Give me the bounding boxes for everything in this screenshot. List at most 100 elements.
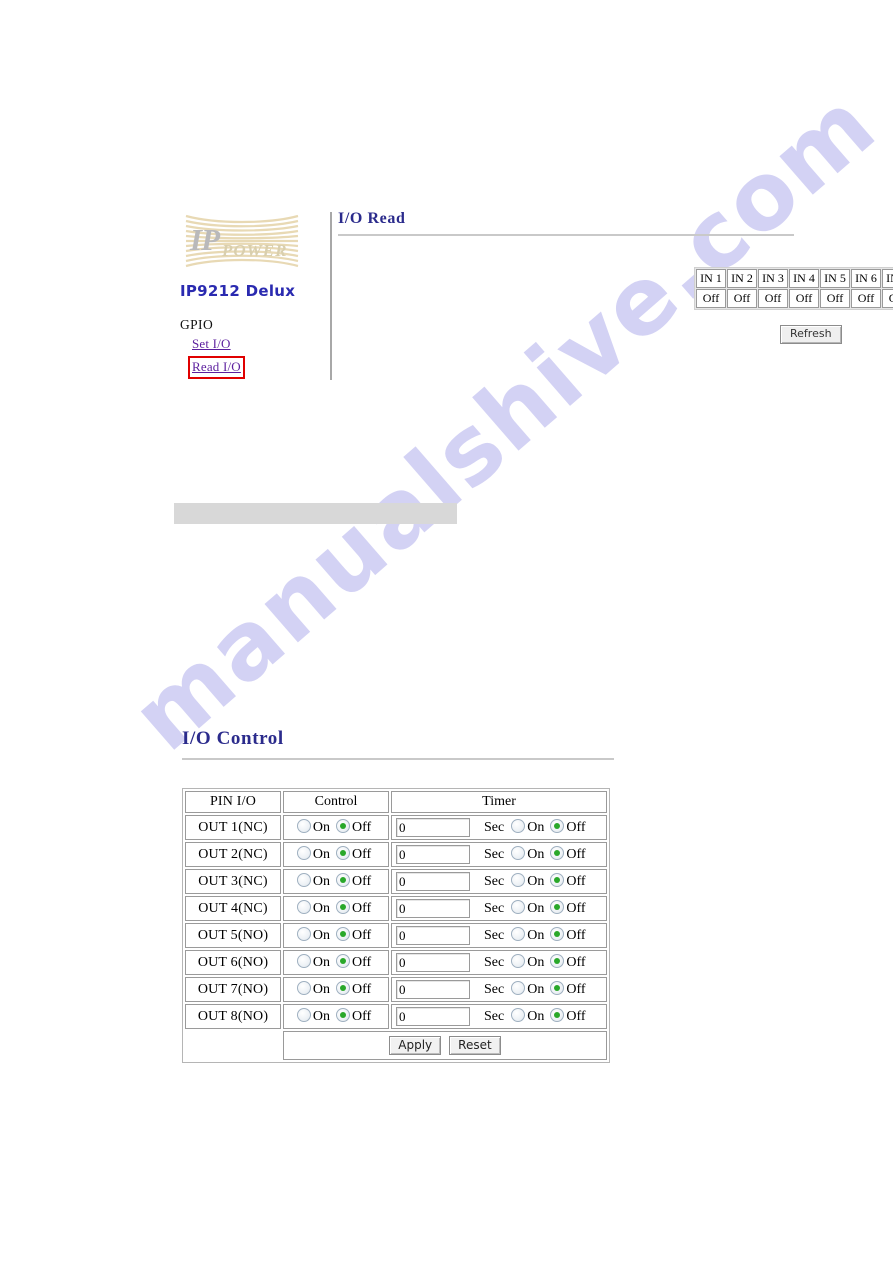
apply-button[interactable]: Apply — [389, 1036, 442, 1055]
control-7-radio-off[interactable] — [335, 981, 350, 995]
timer-2-radio-off[interactable] — [550, 845, 565, 860]
timer-4-radio-on[interactable] — [511, 899, 526, 914]
timer-cell: Sec On Off — [391, 977, 607, 1002]
table-row: OUT 8(NO) On Off Sec On Off — [185, 1004, 607, 1029]
sidebar-nav: GPIO Set I/O Read I/O — [180, 317, 324, 379]
control-cell: On Off — [283, 896, 389, 921]
timer-seconds-input-4[interactable] — [396, 899, 470, 918]
timer-seconds-input-5[interactable] — [396, 926, 470, 945]
control-1-radio-off[interactable] — [335, 819, 350, 833]
timer-seconds-input-2[interactable] — [396, 845, 470, 864]
control-6-radio-off-label: Off — [351, 955, 372, 970]
timer-5-radio-on[interactable] — [511, 926, 526, 941]
output-control-table: PIN I/O Control Timer OUT 1(NC)OnOffSecO… — [182, 788, 610, 1063]
control-1-radio-on[interactable] — [296, 819, 311, 833]
timer-8-radio-group: On Off — [510, 1007, 590, 1024]
read-io-highlight-box: Read I/O — [188, 356, 245, 379]
timer-8-radio-on-label: On — [527, 1008, 545, 1024]
ip-power-logo-icon: IP POWER — [180, 210, 304, 280]
timer-7-radio-off[interactable] — [550, 980, 565, 995]
timer-6-radio-on-label: On — [527, 954, 545, 970]
control-6-radio-group: On Off — [296, 954, 376, 970]
io-read-title: I/O Read — [338, 210, 406, 227]
control-cell: On Off — [283, 815, 389, 840]
in-header-cell: IN 4 — [789, 269, 819, 288]
control-2-radio-on[interactable] — [296, 846, 311, 860]
timer-7-radio-off-label: Off — [566, 981, 586, 997]
timer-3-radio-off-label: Off — [566, 873, 586, 889]
timer-6-radio-off[interactable] — [550, 953, 565, 968]
refresh-button[interactable]: Refresh — [780, 325, 842, 345]
timer-4-radio-group: On Off — [510, 899, 590, 916]
table-row-headers: IN 1 IN 2 IN 3 IN 4 IN 5 IN 6 IN 7 IN 8 — [696, 269, 893, 288]
control-8-radio-on-label: On — [312, 1009, 330, 1024]
timer-2-radio-group: On Off — [510, 845, 590, 862]
control-5-radio-off[interactable] — [335, 927, 350, 941]
sidebar-item-read-io[interactable]: Read I/O — [192, 359, 241, 375]
timer-cell: Sec On Off — [391, 815, 607, 840]
table-row: OUT 7(NO) On Off Sec On Off — [185, 977, 607, 1002]
control-5-radio-on[interactable] — [296, 927, 311, 941]
timer-8-radio-on[interactable] — [511, 1007, 526, 1022]
table-row: OUT 4(NC) On Off Sec On Off — [185, 896, 607, 921]
timer-4-radio-off[interactable] — [550, 899, 565, 914]
in-value-cell: Off — [820, 289, 850, 308]
timer-5-radio-off[interactable] — [550, 926, 565, 941]
table-row: OUT 2(NC) On Off Sec On Off — [185, 842, 607, 867]
timer-cell: Sec On Off — [391, 923, 607, 948]
control-6-radio-off[interactable] — [335, 954, 350, 968]
control-4-radio-on[interactable] — [296, 900, 311, 914]
control-3-radio-group: On Off — [296, 873, 376, 889]
in-value-cell: Off — [882, 289, 893, 308]
reset-button[interactable]: Reset — [449, 1036, 501, 1055]
sec-unit-label: Sec — [484, 846, 505, 862]
control-3-radio-on[interactable] — [296, 873, 311, 887]
timer-2-radio-on[interactable] — [511, 845, 526, 860]
control-7-radio-on[interactable] — [296, 981, 311, 995]
sec-unit-label: Sec — [484, 819, 505, 835]
control-2-radio-off[interactable] — [335, 846, 350, 860]
timer-6-radio-on[interactable] — [511, 953, 526, 968]
control-3-radio-off-label: Off — [351, 874, 372, 889]
control-8-radio-off[interactable] — [335, 1008, 350, 1022]
timer-7-radio-on[interactable] — [511, 980, 526, 995]
sec-unit-label: Sec — [484, 981, 505, 997]
col-header-control: Control — [283, 791, 389, 813]
control-1-radio-on-label: On — [312, 820, 330, 835]
sidebar-item-set-io[interactable]: Set I/O — [192, 336, 231, 352]
timer-cell: Sec On Off — [391, 896, 607, 921]
pin-label-cell: OUT 7(NO) — [185, 977, 281, 1002]
timer-seconds-input-7[interactable] — [396, 980, 470, 999]
control-6-radio-on[interactable] — [296, 954, 311, 968]
io-control-title: I/O Control — [182, 728, 284, 749]
control-3-radio-off[interactable] — [335, 873, 350, 887]
control-2-radio-off-label: Off — [351, 847, 372, 862]
control-1-radio-off-label: Off — [351, 820, 372, 835]
control-cell: On Off — [283, 977, 389, 1002]
timer-1-radio-on[interactable] — [511, 818, 526, 833]
control-4-radio-off[interactable] — [335, 900, 350, 914]
timer-seconds-input-3[interactable] — [396, 872, 470, 891]
timer-seconds-input-1[interactable] — [396, 818, 470, 837]
timer-2-radio-off-label: Off — [566, 846, 586, 862]
timer-3-radio-off[interactable] — [550, 872, 565, 887]
timer-7-radio-on-label: On — [527, 981, 545, 997]
control-4-radio-group: On Off — [296, 900, 376, 916]
timer-seconds-input-8[interactable] — [396, 1007, 470, 1026]
timer-1-radio-off[interactable] — [550, 818, 565, 833]
timer-3-radio-group: On Off — [510, 872, 590, 889]
timer-4-radio-off-label: Off — [566, 900, 586, 916]
timer-seconds-input-6[interactable] — [396, 953, 470, 972]
control-8-radio-on[interactable] — [296, 1008, 311, 1022]
sec-unit-label: Sec — [484, 927, 505, 943]
timer-7-radio-group: On Off — [510, 980, 590, 997]
timer-8-radio-off[interactable] — [550, 1007, 565, 1022]
table-row: OUT 1(NC) On Off Sec On Off — [185, 815, 607, 840]
timer-cell: Sec On Off — [391, 869, 607, 894]
nav-section-title: GPIO — [180, 317, 214, 332]
pin-label-cell: OUT 4(NC) — [185, 896, 281, 921]
pin-label-cell: OUT 6(NO) — [185, 950, 281, 975]
refresh-button-wrap: Refresh — [780, 324, 842, 345]
timer-3-radio-on[interactable] — [511, 872, 526, 887]
io-read-table-wrap: IN 1 IN 2 IN 3 IN 4 IN 5 IN 6 IN 7 IN 8 … — [694, 267, 893, 310]
